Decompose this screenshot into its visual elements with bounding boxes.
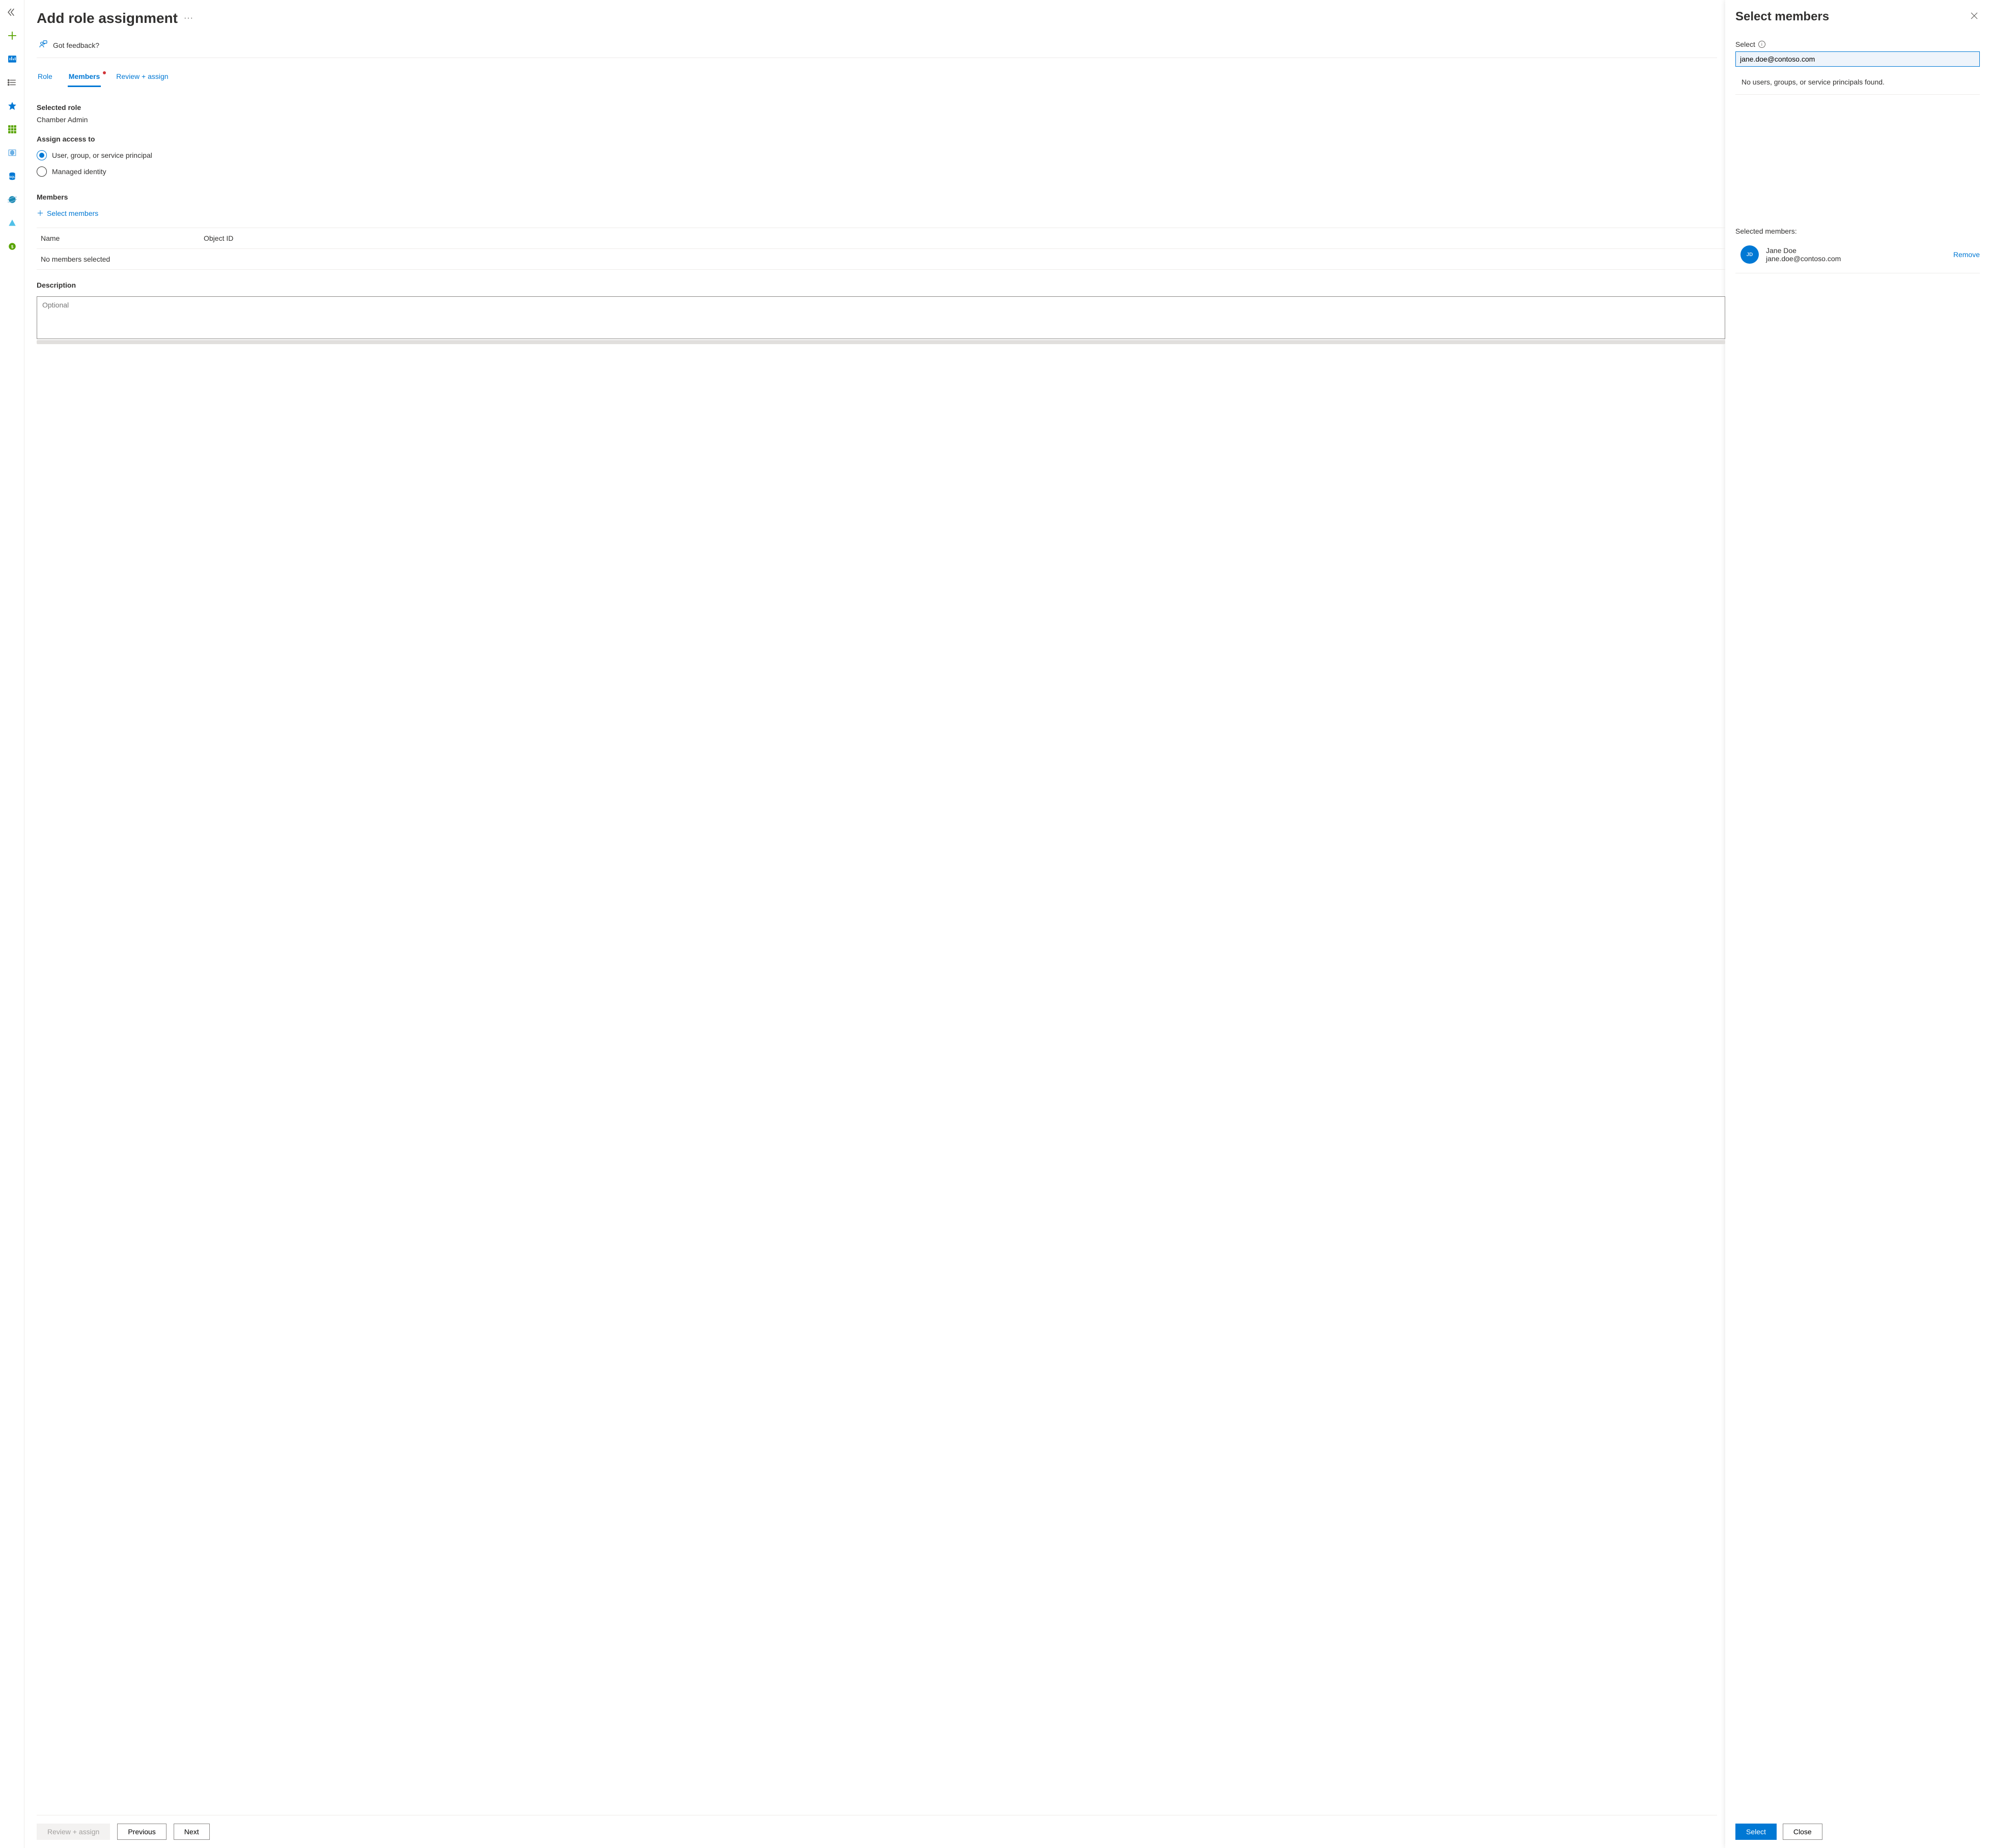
members-section-label: Members bbox=[37, 193, 1725, 201]
select-members-link[interactable]: ＋ Select members bbox=[37, 208, 1725, 218]
members-table-header: Name Object ID bbox=[37, 228, 1725, 249]
avatar: JD bbox=[1740, 245, 1759, 264]
previous-button[interactable]: Previous bbox=[117, 1824, 166, 1840]
selected-role-value: Chamber Admin bbox=[37, 116, 1725, 124]
tab-members-label: Members bbox=[69, 72, 100, 80]
members-table-empty-row: No members selected bbox=[37, 249, 1725, 270]
pyramid-icon[interactable] bbox=[4, 215, 20, 231]
selected-role-label: Selected role bbox=[37, 103, 1725, 111]
radio-unselected-icon bbox=[37, 166, 47, 177]
selected-member-row: JD Jane Doe jane.doe@contoso.com Remove bbox=[1735, 240, 1980, 273]
main-content: Add role assignment ··· Got feedback? Ro… bbox=[24, 0, 1725, 1848]
col-objectid-header: Object ID bbox=[204, 234, 1721, 242]
close-icon[interactable] bbox=[1969, 9, 1980, 24]
radio-managed-identity[interactable]: Managed identity bbox=[37, 166, 1725, 177]
col-name-header: Name bbox=[41, 234, 204, 242]
page-footer: Review + assign Previous Next bbox=[37, 1815, 1717, 1848]
info-icon[interactable]: i bbox=[1758, 41, 1765, 48]
next-button[interactable]: Next bbox=[174, 1824, 210, 1840]
expand-rail-icon[interactable] bbox=[4, 4, 20, 20]
close-button[interactable]: Close bbox=[1783, 1824, 1822, 1840]
radio-selected-icon bbox=[37, 150, 47, 160]
review-assign-button: Review + assign bbox=[37, 1824, 110, 1840]
select-field-label: Select bbox=[1735, 40, 1755, 48]
radio-user-group-principal[interactable]: User, group, or service principal bbox=[37, 150, 1725, 160]
selected-members-label: Selected members: bbox=[1735, 227, 1980, 235]
feedback-bar[interactable]: Got feedback? bbox=[37, 35, 1717, 58]
app-grid-icon[interactable] bbox=[4, 121, 20, 137]
page-title: Add role assignment bbox=[37, 10, 178, 26]
horizontal-scrollbar[interactable] bbox=[37, 340, 1725, 344]
tab-review-assign[interactable]: Review + assign bbox=[115, 69, 169, 87]
svg-text:$: $ bbox=[11, 244, 13, 249]
cosmos-globe-icon[interactable] bbox=[4, 191, 20, 208]
tab-bar: Role Members Review + assign bbox=[37, 58, 1725, 87]
member-search-input[interactable] bbox=[1735, 51, 1980, 67]
assign-access-label: Assign access to bbox=[37, 135, 1725, 143]
remove-member-link[interactable]: Remove bbox=[1953, 250, 1980, 259]
dashboard-icon[interactable] bbox=[4, 51, 20, 67]
select-members-link-text: Select members bbox=[47, 209, 98, 217]
tab-alert-dot-icon bbox=[103, 71, 106, 74]
members-table: Name Object ID No members selected bbox=[37, 228, 1725, 270]
tab-members[interactable]: Members bbox=[68, 69, 101, 87]
plus-icon: ＋ bbox=[37, 208, 44, 218]
members-empty-text: No members selected bbox=[41, 255, 204, 263]
favorites-star-icon[interactable] bbox=[4, 98, 20, 114]
select-button[interactable]: Select bbox=[1735, 1824, 1777, 1840]
flyout-title: Select members bbox=[1735, 10, 1829, 24]
create-resource-icon[interactable] bbox=[4, 27, 20, 44]
select-members-panel: Select members Select i No users, groups… bbox=[1725, 0, 1990, 1848]
description-textarea[interactable] bbox=[37, 296, 1725, 339]
more-actions-icon[interactable]: ··· bbox=[184, 14, 194, 23]
description-label: Description bbox=[37, 281, 1725, 289]
sql-database-icon[interactable]: SQL bbox=[4, 168, 20, 184]
svg-text:SQL: SQL bbox=[9, 176, 15, 179]
feedback-text: Got feedback? bbox=[53, 41, 99, 49]
search-results-empty: No users, groups, or service principals … bbox=[1735, 70, 1980, 95]
member-name: Jane Doe bbox=[1766, 246, 1946, 255]
radio-opt1-label: User, group, or service principal bbox=[52, 151, 152, 159]
all-services-list-icon[interactable] bbox=[4, 74, 20, 91]
tab-role[interactable]: Role bbox=[37, 69, 53, 87]
flyout-footer: Select Close bbox=[1735, 1815, 1980, 1848]
advisor-cost-icon[interactable]: $ bbox=[4, 238, 20, 255]
container-cube-icon[interactable] bbox=[4, 145, 20, 161]
left-nav-rail: SQL $ bbox=[0, 0, 24, 1848]
member-email: jane.doe@contoso.com bbox=[1766, 255, 1946, 263]
feedback-person-icon bbox=[39, 40, 48, 50]
radio-opt2-label: Managed identity bbox=[52, 167, 106, 176]
